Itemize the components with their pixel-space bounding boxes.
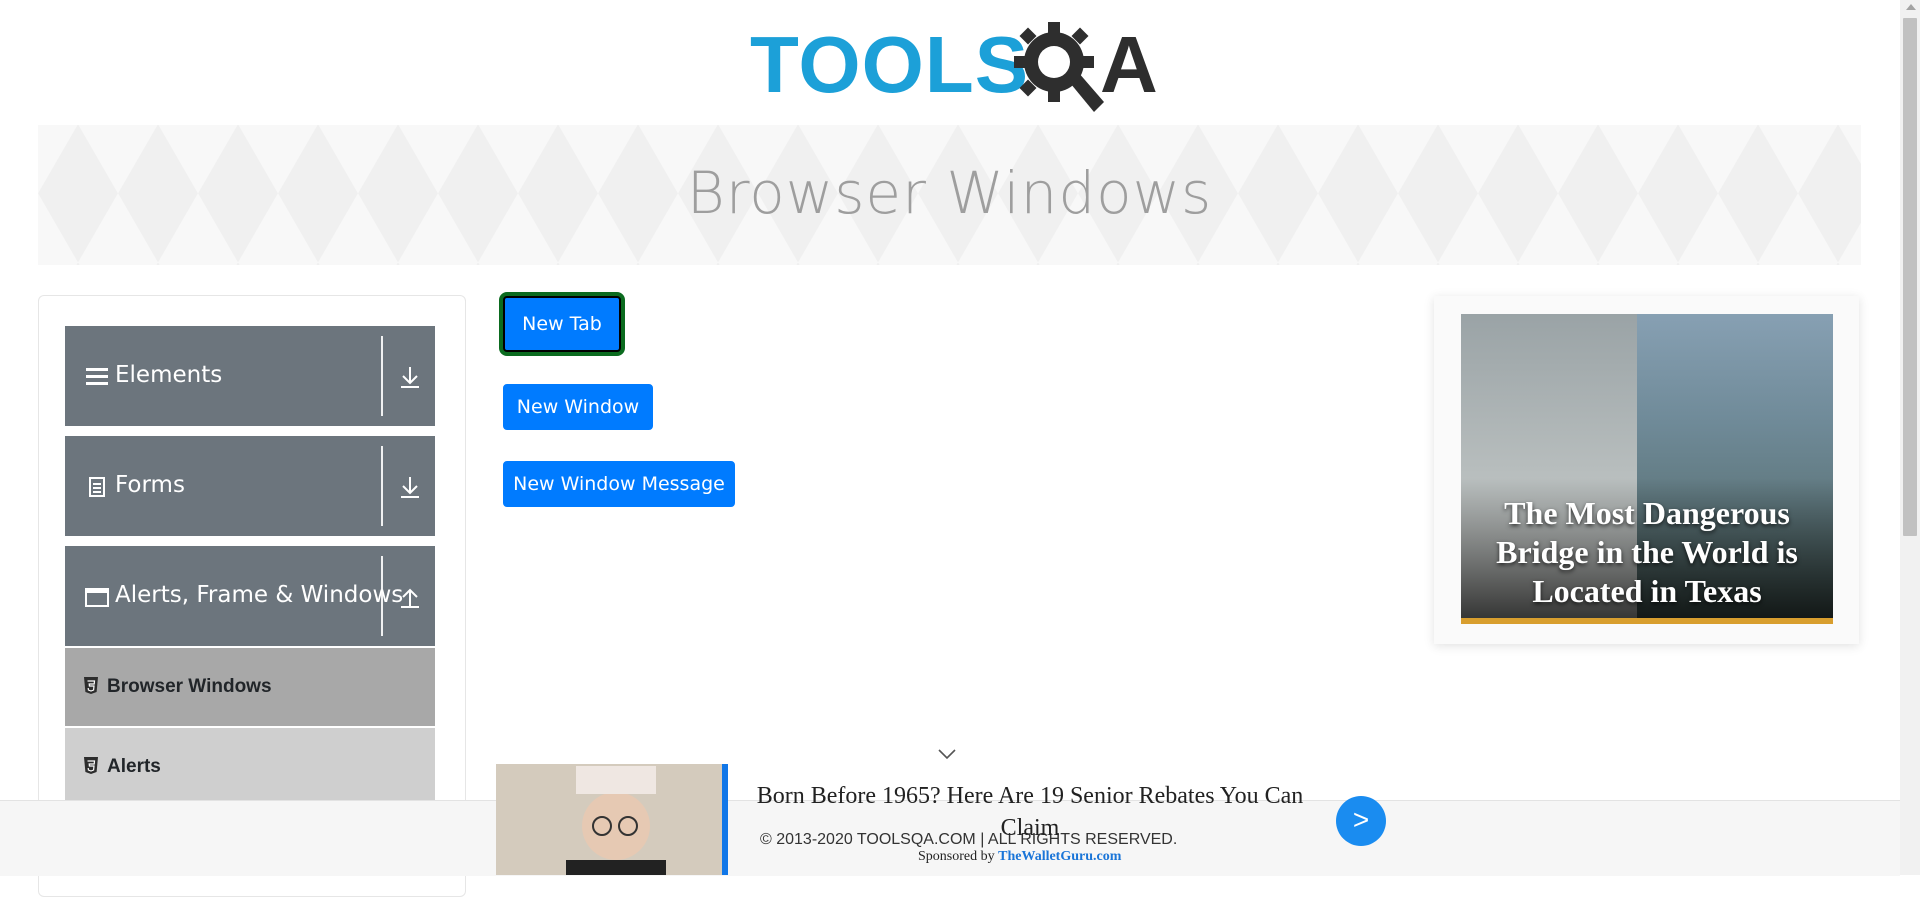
- sidebar-group-label: Alerts, Frame & Windows: [115, 582, 404, 608]
- ad-image[interactable]: The Most Dangerous Bridge in the World i…: [1461, 314, 1833, 624]
- scroll-up-arrow-icon[interactable]: [1906, 4, 1916, 10]
- ad-sponsor: Sponsored by TheWalletGuru.com: [918, 849, 1121, 865]
- scroll-thumb[interactable]: [1903, 18, 1917, 536]
- ad-thumbnail[interactable]: [496, 764, 722, 875]
- sidebar-group-alerts-frame-windows[interactable]: Alerts, Frame & Windows: [65, 546, 435, 646]
- sidebar-group-label: Elements: [115, 362, 223, 388]
- sidebar-item-label: Browser Windows: [107, 676, 272, 697]
- side-ad[interactable]: The Most Dangerous Bridge in the World i…: [1434, 296, 1859, 644]
- sidebar-item-alerts[interactable]: Alerts: [65, 728, 435, 806]
- sidebar-item-label: Alerts: [107, 756, 161, 777]
- vertical-scrollbar[interactable]: [1900, 0, 1920, 875]
- page-banner: Browser Windows: [38, 125, 1861, 265]
- page-title: Browser Windows: [686, 159, 1213, 227]
- ad-caption: The Most Dangerous Bridge in the World i…: [1496, 495, 1798, 609]
- chevron-down-icon[interactable]: [938, 748, 956, 760]
- ad-go-button[interactable]: >: [1336, 796, 1386, 846]
- bottom-ad[interactable]: Born Before 1965? Here Are 19 Senior Reb…: [496, 764, 1386, 875]
- sidebar-group-forms[interactable]: Forms: [65, 436, 435, 536]
- window-icon: [85, 588, 109, 607]
- sponsor-link[interactable]: TheWalletGuru.com: [998, 849, 1121, 864]
- sponsor-prefix: Sponsored by: [918, 849, 995, 864]
- new-window-message-button[interactable]: New Window Message: [503, 461, 735, 507]
- sidebar-group-label: Forms: [115, 472, 185, 498]
- html5-icon: [84, 757, 98, 774]
- divider: [381, 446, 383, 526]
- document-icon: [89, 477, 105, 497]
- upload-arrow-icon[interactable]: [395, 582, 425, 612]
- download-arrow-icon[interactable]: [395, 472, 425, 502]
- site-header: TOOLS A: [0, 0, 1900, 120]
- html5-icon: [84, 677, 98, 694]
- ad-accent-line: [722, 764, 728, 875]
- toolsqa-logo[interactable]: TOOLS A: [750, 14, 1160, 114]
- ad-bottom-bar: [1461, 618, 1833, 624]
- download-arrow-icon[interactable]: [395, 362, 425, 392]
- logo-letter-a: A: [1100, 20, 1158, 109]
- senior-woman-image: [496, 764, 722, 875]
- gear-icon: [1014, 22, 1104, 112]
- ad-headline[interactable]: Born Before 1965? Here Are 19 Senior Reb…: [740, 780, 1320, 844]
- logo-text: TOOLS: [750, 20, 1030, 109]
- divider: [381, 556, 383, 636]
- sidebar-item-browser-windows[interactable]: Browser Windows: [65, 648, 435, 726]
- new-tab-button[interactable]: New Tab: [503, 296, 621, 352]
- divider: [381, 336, 383, 416]
- new-window-button[interactable]: New Window: [503, 384, 653, 430]
- sidebar-group-elements[interactable]: Elements: [65, 326, 435, 426]
- hamburger-icon: [86, 368, 108, 385]
